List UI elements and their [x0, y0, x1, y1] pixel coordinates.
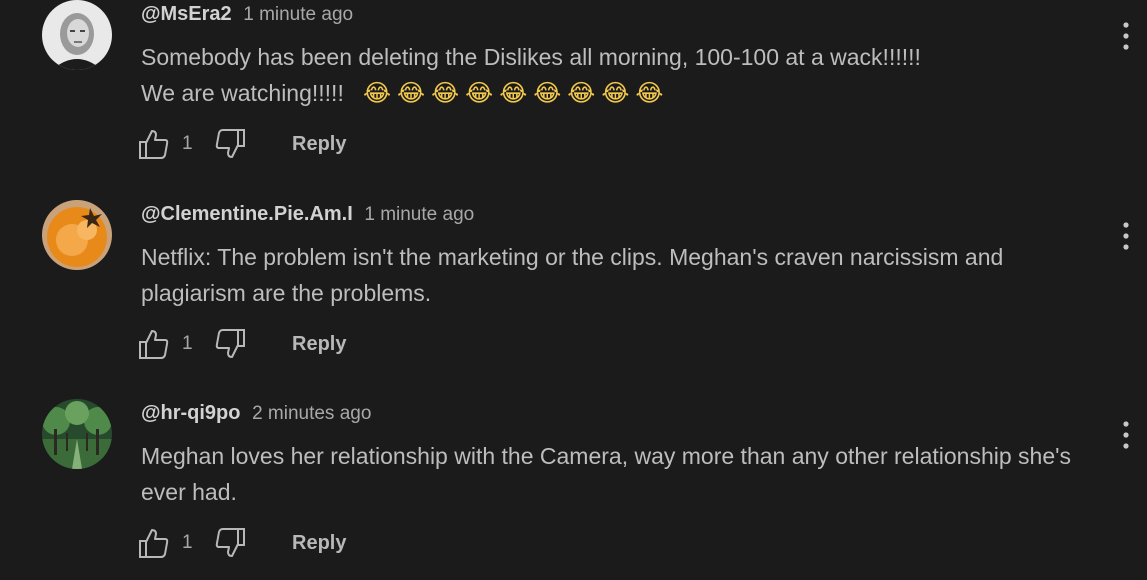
more-vertical-icon — [1123, 222, 1129, 250]
woman-portrait-avatar-icon — [42, 0, 112, 70]
thumbs-down-icon — [215, 329, 245, 358]
comment-item: @hr-qi9po 2 minutes ago Meghan loves her… — [0, 399, 1147, 580]
comment-header: @MsEra2 1 minute ago — [141, 2, 353, 27]
thumbs-up-icon — [139, 130, 169, 159]
comment-actions: 1 Reply — [136, 126, 346, 162]
reply-button[interactable]: Reply — [292, 133, 346, 156]
comment-text: Meghan loves her relationship with the C… — [141, 438, 1091, 510]
more-actions-button[interactable] — [1116, 18, 1136, 54]
comment-timestamp[interactable]: 2 minutes ago — [252, 403, 371, 424]
like-count: 1 — [182, 133, 193, 154]
comment-timestamp[interactable]: 1 minute ago — [243, 4, 353, 25]
more-actions-button[interactable] — [1116, 218, 1136, 254]
comment-actions: 1 Reply — [136, 525, 346, 561]
like-count: 1 — [182, 333, 193, 354]
author-name[interactable]: @hr-qi9po — [141, 402, 241, 424]
like-button[interactable] — [136, 525, 172, 561]
tree-avenue-avatar-icon — [42, 399, 112, 469]
reply-button[interactable]: Reply — [292, 532, 346, 555]
comment-text-content: Netflix: The problem isn't the marketing… — [141, 244, 1010, 306]
thumbs-up-icon — [139, 529, 169, 558]
author-name[interactable]: @MsEra2 — [141, 3, 232, 25]
orange-pie-avatar-icon — [42, 200, 112, 270]
comment-actions: 1 Reply — [136, 326, 346, 362]
comment-text-content: Meghan loves her relationship with the C… — [141, 443, 1078, 505]
comment-text: Somebody has been deleting the Dislikes … — [141, 39, 1091, 111]
author-name[interactable]: @Clementine.Pie.Am.I — [141, 203, 353, 225]
comment-item: @MsEra2 1 minute ago Somebody has been d… — [0, 0, 1147, 195]
comment-item: @Clementine.Pie.Am.I 1 minute ago Netfli… — [0, 200, 1147, 395]
comments-list: @MsEra2 1 minute ago Somebody has been d… — [0, 0, 1147, 580]
dislike-button[interactable] — [212, 126, 248, 162]
reply-button[interactable]: Reply — [292, 333, 346, 356]
like-button[interactable] — [136, 326, 172, 362]
more-vertical-icon — [1123, 22, 1129, 50]
thumbs-down-icon — [215, 129, 245, 158]
avatar[interactable] — [42, 0, 112, 70]
thumbs-up-icon — [139, 330, 169, 359]
avatar[interactable] — [42, 200, 112, 270]
more-vertical-icon — [1123, 421, 1129, 449]
emoji-text: 😂😂😂😂😂😂😂😂😂 — [363, 79, 670, 107]
like-button[interactable] — [136, 126, 172, 162]
dislike-button[interactable] — [212, 326, 248, 362]
comment-text: Netflix: The problem isn't the marketing… — [141, 239, 1091, 311]
like-count: 1 — [182, 532, 193, 553]
more-actions-button[interactable] — [1116, 417, 1136, 453]
comment-header: @hr-qi9po 2 minutes ago — [141, 401, 371, 426]
comment-timestamp[interactable]: 1 minute ago — [364, 204, 474, 225]
avatar[interactable] — [42, 399, 112, 469]
dislike-button[interactable] — [212, 525, 248, 561]
thumbs-down-icon — [215, 528, 245, 557]
comment-header: @Clementine.Pie.Am.I 1 minute ago — [141, 202, 474, 227]
